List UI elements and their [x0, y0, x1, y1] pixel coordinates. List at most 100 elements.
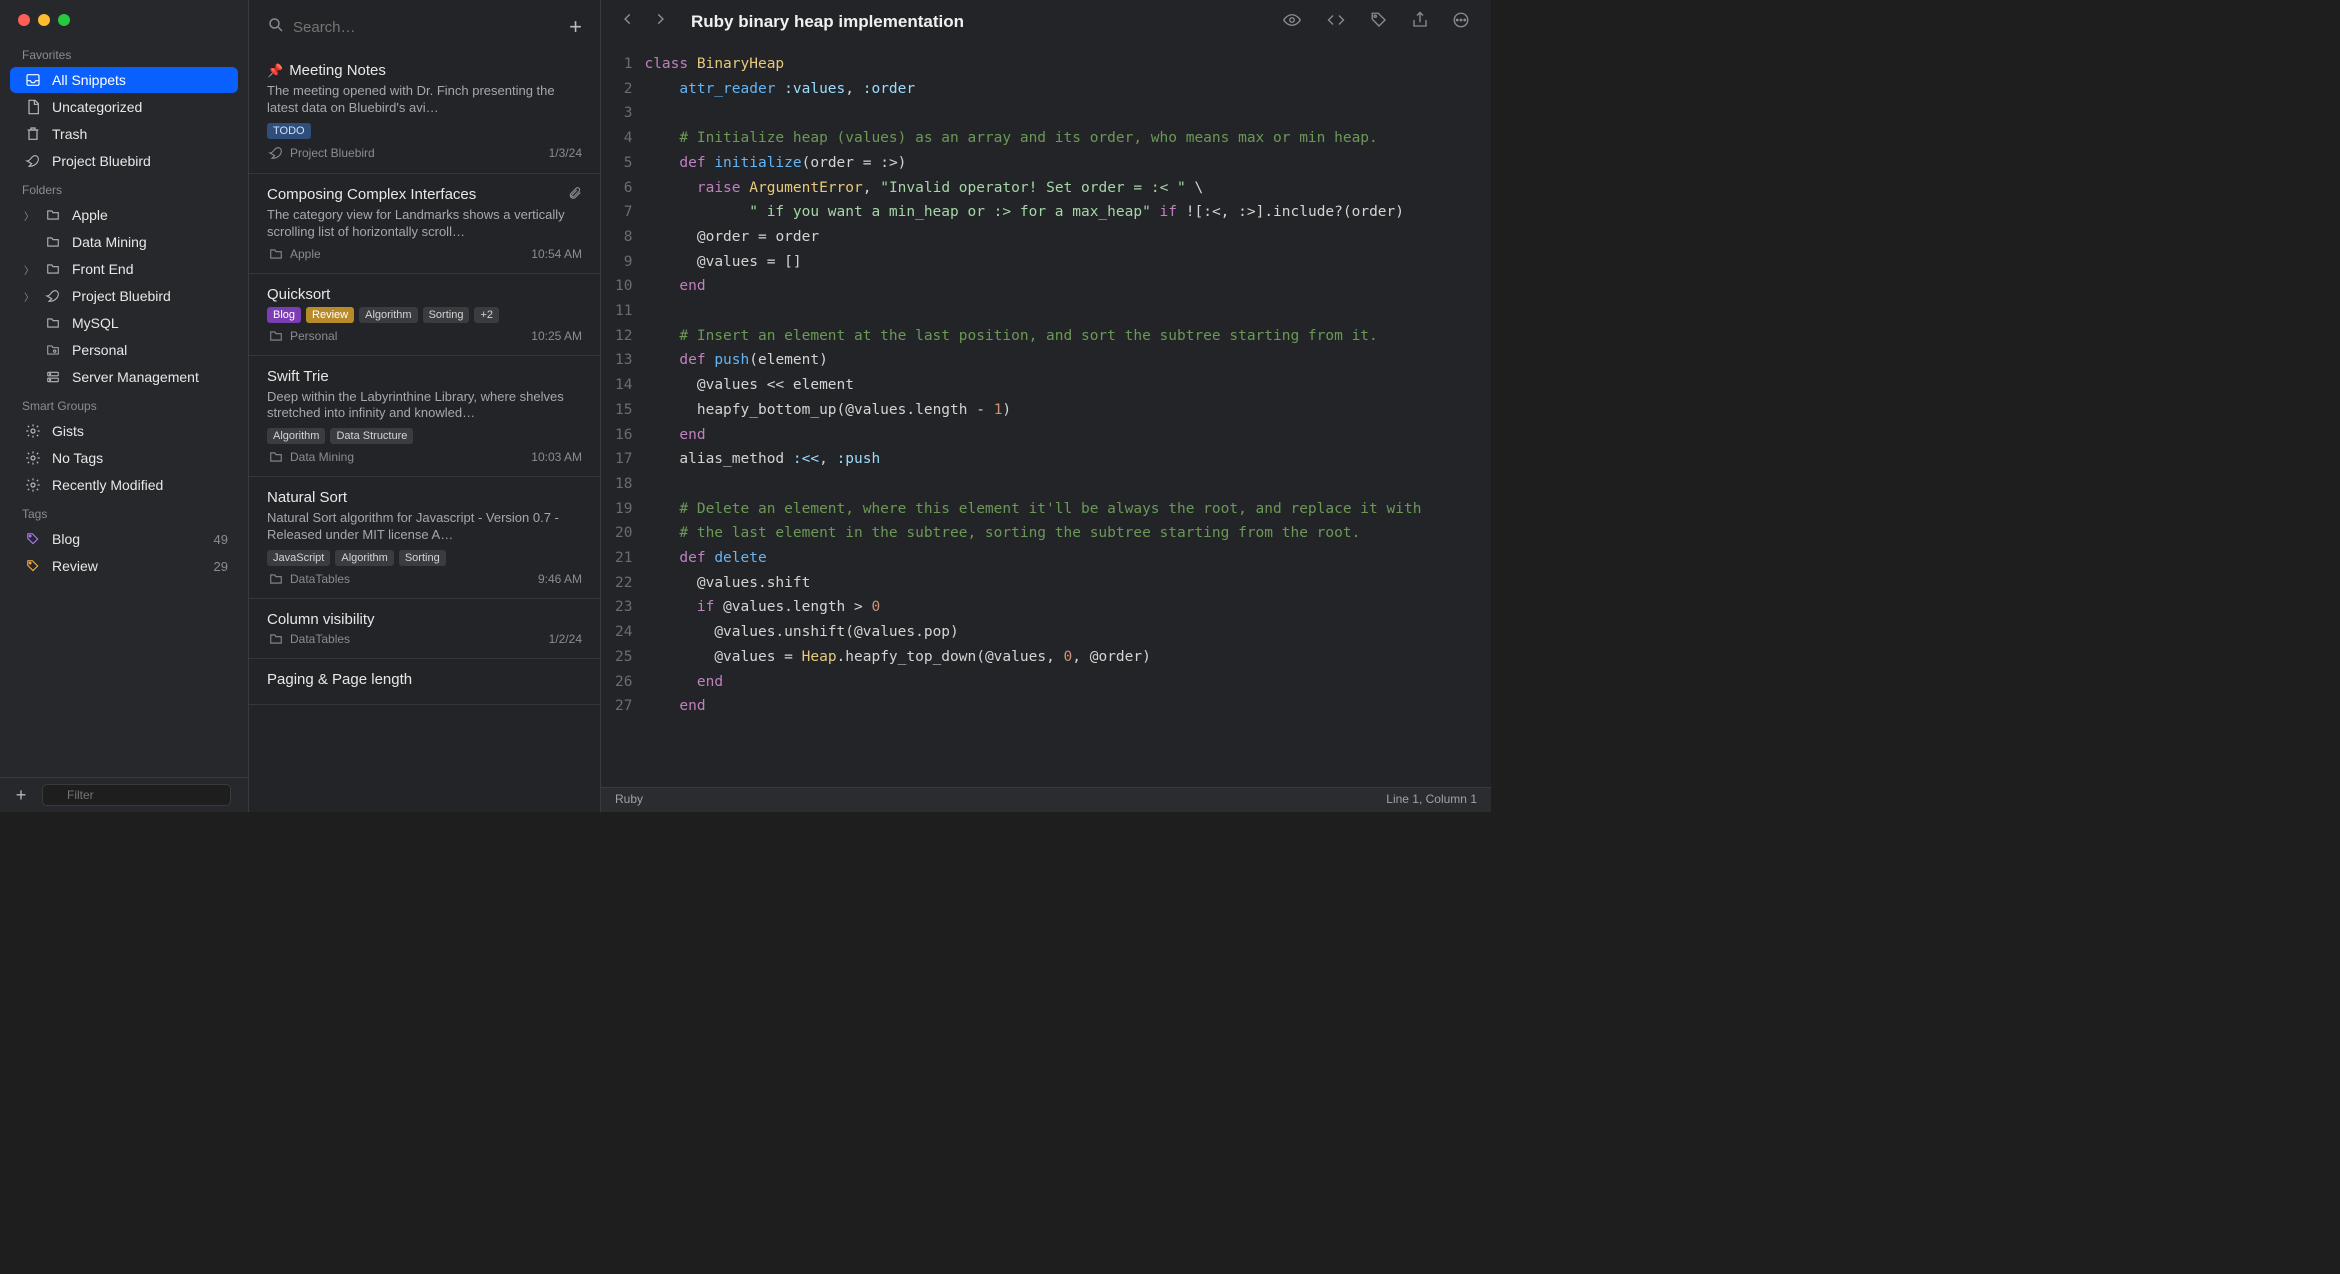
note-folder: Apple — [267, 247, 321, 261]
note-item-quicksort[interactable]: QuicksortBlogReviewAlgorithmSorting+2 Pe… — [249, 274, 600, 356]
note-item-column-visibility[interactable]: Column visibility DataTables1/2/24 — [249, 599, 600, 659]
code-icon[interactable] — [1325, 11, 1347, 34]
bird-icon — [24, 153, 42, 169]
sidebar-item-server-management[interactable]: Server Management — [10, 364, 238, 390]
gear-icon — [24, 423, 42, 439]
sidebar-item-label: Project Bluebird — [52, 153, 228, 169]
gear-icon — [24, 477, 42, 493]
sidebar-item-label: Apple — [72, 207, 228, 223]
doc-icon — [24, 99, 42, 115]
tag-chip[interactable]: Sorting — [399, 550, 446, 566]
favorites-header: Favorites — [0, 40, 248, 66]
tag-chip[interactable]: Blog — [267, 307, 301, 323]
tag-chip[interactable]: Sorting — [423, 307, 470, 323]
sidebar-item-label: All Snippets — [52, 72, 228, 88]
window-zoom[interactable] — [58, 14, 70, 26]
code-editor[interactable]: 1234567891011121314151617181920212223242… — [601, 44, 1491, 787]
note-preview: Natural Sort algorithm for Javascript - … — [267, 510, 582, 544]
tag-chip[interactable]: +2 — [474, 307, 499, 323]
note-title: Swift Trie — [267, 368, 582, 385]
note-item-meeting-notes[interactable]: 📌Meeting NotesThe meeting opened with Dr… — [249, 50, 600, 174]
sidebar-item-label: No Tags — [52, 450, 228, 466]
tags-header: Tags — [0, 499, 248, 525]
note-date: 10:54 AM — [531, 247, 582, 261]
sidebar-item-gists[interactable]: Gists — [10, 418, 238, 444]
tag-chip[interactable]: JavaScript — [267, 550, 330, 566]
note-title: Meeting Notes — [289, 62, 582, 79]
sidebar-item-trash[interactable]: Trash — [10, 121, 238, 147]
note-folder: DataTables — [267, 632, 350, 646]
undefined-icon — [24, 532, 42, 546]
sidebar-item-label: Trash — [52, 126, 228, 142]
sidebar-item-label: Server Management — [72, 369, 228, 385]
sidebar-item-project-bluebird[interactable]: Project Bluebird — [10, 148, 238, 174]
share-icon[interactable] — [1411, 11, 1429, 34]
sidebar-item-label: Uncategorized — [52, 99, 228, 115]
sidebar-item-project-bluebird-folder[interactable]: 〉 Project Bluebird — [10, 283, 238, 309]
more-icon[interactable] — [1451, 11, 1471, 34]
note-item-paging[interactable]: Paging & Page length — [249, 659, 600, 705]
note-item-composing[interactable]: Composing Complex Interfaces The category… — [249, 174, 600, 274]
undefined-icon — [24, 559, 42, 573]
search-input[interactable] — [293, 19, 559, 36]
tag-chip[interactable]: Algorithm — [359, 307, 417, 323]
tag-icon[interactable] — [1369, 11, 1389, 34]
sidebar-item-label: MySQL — [72, 315, 228, 331]
note-date: 10:03 AM — [531, 450, 582, 464]
sidebar-item-recently-modified[interactable]: Recently Modified — [10, 472, 238, 498]
sidebar-item-label: Review — [52, 558, 204, 574]
language-label[interactable]: Ruby — [615, 792, 643, 806]
sidebar-item-label: Project Bluebird — [72, 288, 228, 304]
tag-chip[interactable]: Review — [306, 307, 354, 323]
sidebar-item-data-mining[interactable]: Data Mining — [10, 229, 238, 255]
note-date: 1/3/24 — [549, 146, 582, 160]
chevron-right-icon[interactable]: 〉 — [24, 289, 34, 304]
note-folder: Project Bluebird — [267, 145, 375, 161]
sidebar-item-uncategorized[interactable]: Uncategorized — [10, 94, 238, 120]
window-minimize[interactable] — [38, 14, 50, 26]
trash-icon — [24, 126, 42, 142]
sidebar-item-personal[interactable]: Personal — [10, 337, 238, 363]
tag-chip[interactable]: Algorithm — [335, 550, 393, 566]
search-icon — [267, 16, 285, 39]
tag-chip[interactable]: Data Structure — [330, 428, 413, 444]
sidebar: Favorites All Snippets Uncategorized Trash… — [0, 0, 249, 812]
editor-title: Ruby binary heap implementation — [691, 12, 1267, 32]
tag-count: 49 — [214, 532, 228, 547]
nav-forward[interactable] — [653, 10, 667, 34]
editor: Ruby binary heap implementation — [601, 0, 1491, 812]
folder-icon — [44, 262, 62, 276]
chevron-right-icon[interactable]: 〉 — [24, 208, 34, 223]
sidebar-item-label: Front End — [72, 261, 228, 277]
sidebar-item-apple[interactable]: 〉 Apple — [10, 202, 238, 228]
sidebar-item-front-end[interactable]: 〉 Front End — [10, 256, 238, 282]
sidebar-item-mysql[interactable]: MySQL — [10, 310, 238, 336]
note-preview: The category view for Landmarks shows a … — [267, 207, 582, 241]
folder-icon — [44, 316, 62, 330]
note-folder: Personal — [267, 329, 337, 343]
note-folder: Data Mining — [267, 450, 354, 464]
cursor-position: Line 1, Column 1 — [1386, 792, 1477, 806]
note-title: Paging & Page length — [267, 671, 582, 688]
filter-input[interactable] — [42, 784, 231, 806]
window-close[interactable] — [18, 14, 30, 26]
note-title: Composing Complex Interfaces — [267, 186, 562, 203]
note-item-swift-trie[interactable]: Swift TrieDeep within the Labyrinthine L… — [249, 356, 600, 478]
tag-chip[interactable]: TODO — [267, 123, 311, 139]
tag-chip[interactable]: Algorithm — [267, 428, 325, 444]
note-title: Natural Sort — [267, 489, 582, 506]
sidebar-item-label: Data Mining — [72, 234, 228, 250]
pin-icon: 📌 — [267, 63, 283, 79]
gear-icon — [24, 450, 42, 466]
chevron-right-icon[interactable]: 〉 — [24, 262, 34, 277]
add-button[interactable]: + — [10, 784, 32, 806]
sidebar-item-blog[interactable]: Blog49 — [10, 526, 238, 552]
sidebar-item-label: Gists — [52, 423, 228, 439]
sidebar-item-review[interactable]: Review29 — [10, 553, 238, 579]
preview-icon[interactable] — [1281, 11, 1303, 34]
compose-button[interactable]: + — [569, 14, 582, 40]
sidebar-item-all-snippets[interactable]: All Snippets — [10, 67, 238, 93]
sidebar-item-no-tags[interactable]: No Tags — [10, 445, 238, 471]
note-item-natural-sort[interactable]: Natural Sort Natural Sort algorithm for J… — [249, 477, 600, 599]
nav-back[interactable] — [621, 10, 635, 34]
